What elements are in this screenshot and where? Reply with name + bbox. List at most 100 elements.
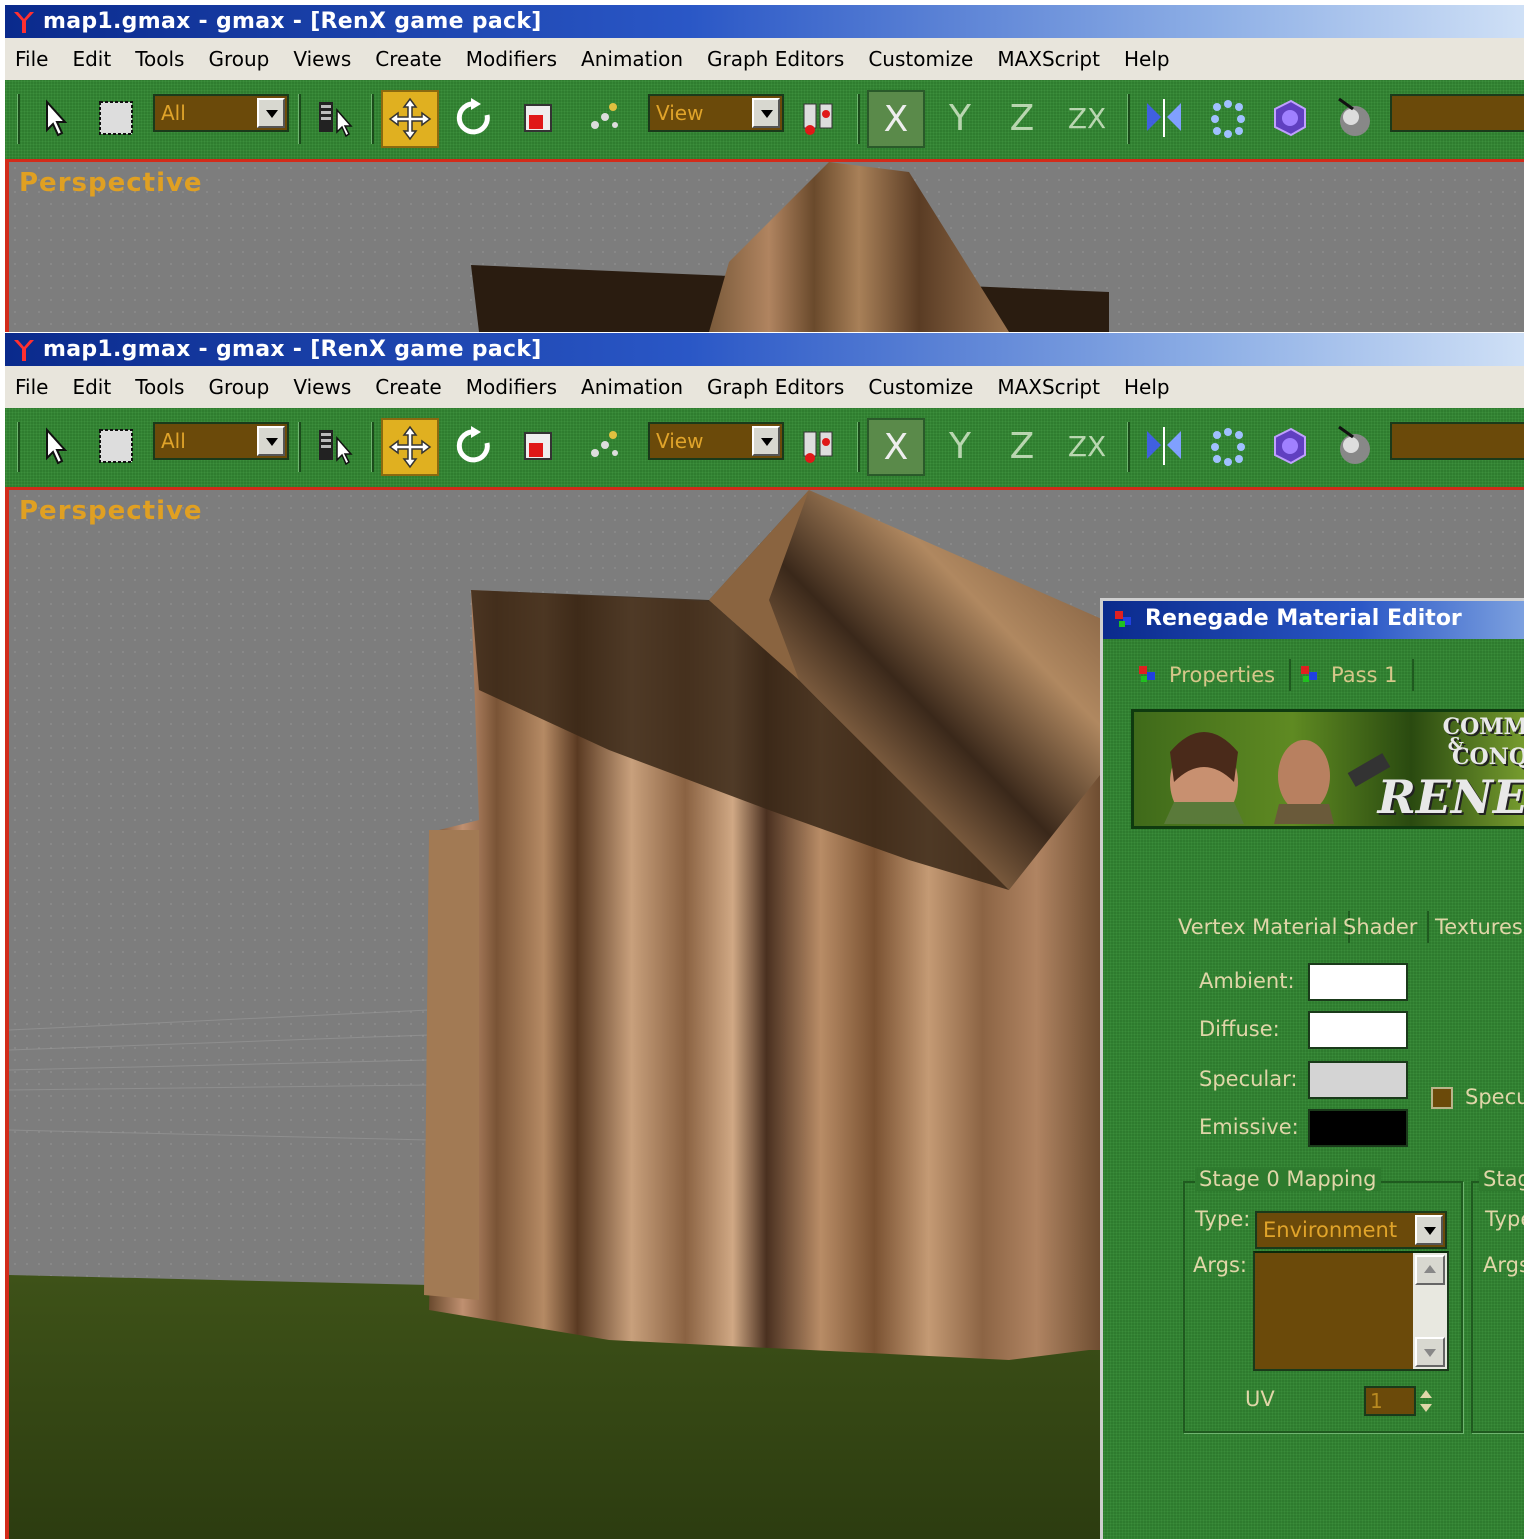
axis-z-button[interactable]: Z xyxy=(995,90,1049,146)
array-icon[interactable] xyxy=(1201,418,1255,474)
tab-vertex-material[interactable]: Vertex Material xyxy=(1178,911,1350,943)
material-editor-icon[interactable] xyxy=(1263,418,1317,474)
menu-create[interactable]: Create xyxy=(375,375,453,399)
selection-filter-dropdown[interactable]: All xyxy=(153,94,289,132)
mirror-icon[interactable] xyxy=(1137,90,1191,146)
specular-to-diffuse-checkbox[interactable] xyxy=(1431,1087,1453,1109)
material-editor-title: Renegade Material Editor xyxy=(1145,606,1462,631)
menu-modifiers[interactable]: Modifiers xyxy=(466,375,569,399)
render-icon[interactable] xyxy=(1327,90,1381,146)
menu-customize[interactable]: Customize xyxy=(868,47,985,71)
axis-y-button[interactable]: Y xyxy=(933,418,987,474)
selection-filter-dropdown[interactable]: All xyxy=(153,422,289,460)
scroll-down-icon[interactable] xyxy=(1415,1337,1445,1367)
move-icon[interactable] xyxy=(381,418,439,476)
title-bar: map1.gmax - gmax - [RenX game pack] xyxy=(5,5,1524,38)
pivot-icon[interactable] xyxy=(577,90,631,146)
stage0-title: Stage 0 Mapping xyxy=(1195,1167,1381,1191)
emissive-color-swatch[interactable] xyxy=(1308,1109,1408,1147)
axis-x-label: X xyxy=(883,426,909,468)
menu-tools[interactable]: Tools xyxy=(135,47,196,71)
menu-views[interactable]: Views xyxy=(293,47,363,71)
tab-properties-label: Properties xyxy=(1169,663,1276,687)
gmax-app-icon xyxy=(14,12,34,33)
stage0-uv-spinner[interactable]: 1 xyxy=(1364,1386,1416,1416)
select-by-name-icon[interactable] xyxy=(310,418,360,474)
pivot-icon[interactable] xyxy=(577,418,631,474)
tab-textures[interactable]: Textures xyxy=(1435,911,1524,943)
args-scrollbar[interactable] xyxy=(1413,1253,1447,1369)
menu-animation[interactable]: Animation xyxy=(581,375,695,399)
reference-coord-value: View xyxy=(656,429,704,453)
viewport-label: Perspective xyxy=(19,496,203,526)
main-toolbar: All View X Y Z ZX xyxy=(5,408,1524,490)
chevron-down-icon xyxy=(1415,1215,1443,1245)
menu-tools[interactable]: Tools xyxy=(135,375,196,399)
array-icon[interactable] xyxy=(1201,90,1255,146)
stage0-args-textarea[interactable] xyxy=(1253,1251,1449,1371)
menu-graph-editors[interactable]: Graph Editors xyxy=(707,47,856,71)
menu-graph-editors[interactable]: Graph Editors xyxy=(707,375,856,399)
menu-help[interactable]: Help xyxy=(1124,47,1182,71)
menu-group[interactable]: Group xyxy=(208,47,281,71)
object-name-field[interactable] xyxy=(1390,94,1524,132)
object-name-field[interactable] xyxy=(1390,422,1524,460)
region-select-icon[interactable] xyxy=(91,90,141,146)
axis-x-button[interactable]: X xyxy=(867,418,925,476)
reference-coord-dropdown[interactable]: View xyxy=(648,422,784,460)
menu-edit[interactable]: Edit xyxy=(72,47,123,71)
menu-views[interactable]: Views xyxy=(293,375,363,399)
menu-create[interactable]: Create xyxy=(375,47,453,71)
tab-shader[interactable]: Shader xyxy=(1343,911,1430,943)
select-arrow-icon[interactable] xyxy=(35,418,75,474)
axis-y-button[interactable]: Y xyxy=(933,90,987,146)
material-editor-title-bar[interactable]: Renegade Material Editor xyxy=(1103,601,1524,639)
specular-label: Specular: xyxy=(1199,1067,1298,1091)
pass-tab-icon xyxy=(1301,666,1317,682)
axis-z-button[interactable]: Z xyxy=(995,418,1049,474)
stage0-type-dropdown[interactable]: Environment xyxy=(1255,1211,1447,1249)
perspective-viewport[interactable]: Perspective xyxy=(5,162,1524,332)
diffuse-color-swatch[interactable] xyxy=(1308,1011,1408,1049)
axis-zx-button[interactable]: ZX xyxy=(1057,90,1117,146)
menu-edit[interactable]: Edit xyxy=(72,375,123,399)
specular-checkbox-label: Specu xyxy=(1465,1085,1524,1109)
properties-tab-icon xyxy=(1139,666,1155,682)
material-editor-icon[interactable] xyxy=(1263,90,1317,146)
menu-file[interactable]: File xyxy=(15,375,60,399)
select-by-name-icon[interactable] xyxy=(310,90,360,146)
toolbar-separator xyxy=(371,422,374,472)
axis-zx-button[interactable]: ZX xyxy=(1057,418,1117,474)
reference-coord-dropdown[interactable]: View xyxy=(648,94,784,132)
select-arrow-icon[interactable] xyxy=(35,90,75,146)
mirror-icon[interactable] xyxy=(1137,418,1191,474)
menu-modifiers[interactable]: Modifiers xyxy=(466,47,569,71)
specular-color-swatch[interactable] xyxy=(1308,1061,1408,1099)
rotate-icon[interactable] xyxy=(447,418,501,474)
tab-pass-1[interactable]: Pass 1 xyxy=(1299,659,1414,691)
tab-properties[interactable]: Properties xyxy=(1137,659,1292,691)
rotate-icon[interactable] xyxy=(447,90,501,146)
pivot-center-icon[interactable] xyxy=(795,418,845,474)
pivot-center-icon[interactable] xyxy=(795,90,845,146)
menu-maxscript[interactable]: MAXScript xyxy=(997,47,1112,71)
axis-x-button[interactable]: X xyxy=(867,90,925,148)
toolbar-separator xyxy=(17,94,20,144)
render-icon[interactable] xyxy=(1327,418,1381,474)
menu-customize[interactable]: Customize xyxy=(868,375,985,399)
ambient-color-swatch[interactable] xyxy=(1308,963,1408,1001)
selection-filter-value: All xyxy=(161,429,186,453)
menu-animation[interactable]: Animation xyxy=(581,47,695,71)
menu-help[interactable]: Help xyxy=(1124,375,1182,399)
menu-file[interactable]: File xyxy=(15,47,60,71)
scale-icon[interactable] xyxy=(511,418,565,474)
stage0-uv-label: UV xyxy=(1245,1387,1275,1411)
menu-group[interactable]: Group xyxy=(208,375,281,399)
spinner-arrows-icon[interactable] xyxy=(1417,1384,1435,1418)
move-icon[interactable] xyxy=(381,90,439,148)
scale-icon[interactable] xyxy=(511,90,565,146)
window-title: map1.gmax - gmax - [RenX game pack] xyxy=(43,337,542,362)
scroll-up-icon[interactable] xyxy=(1415,1255,1445,1285)
region-select-icon[interactable] xyxy=(91,418,141,474)
menu-maxscript[interactable]: MAXScript xyxy=(997,375,1112,399)
